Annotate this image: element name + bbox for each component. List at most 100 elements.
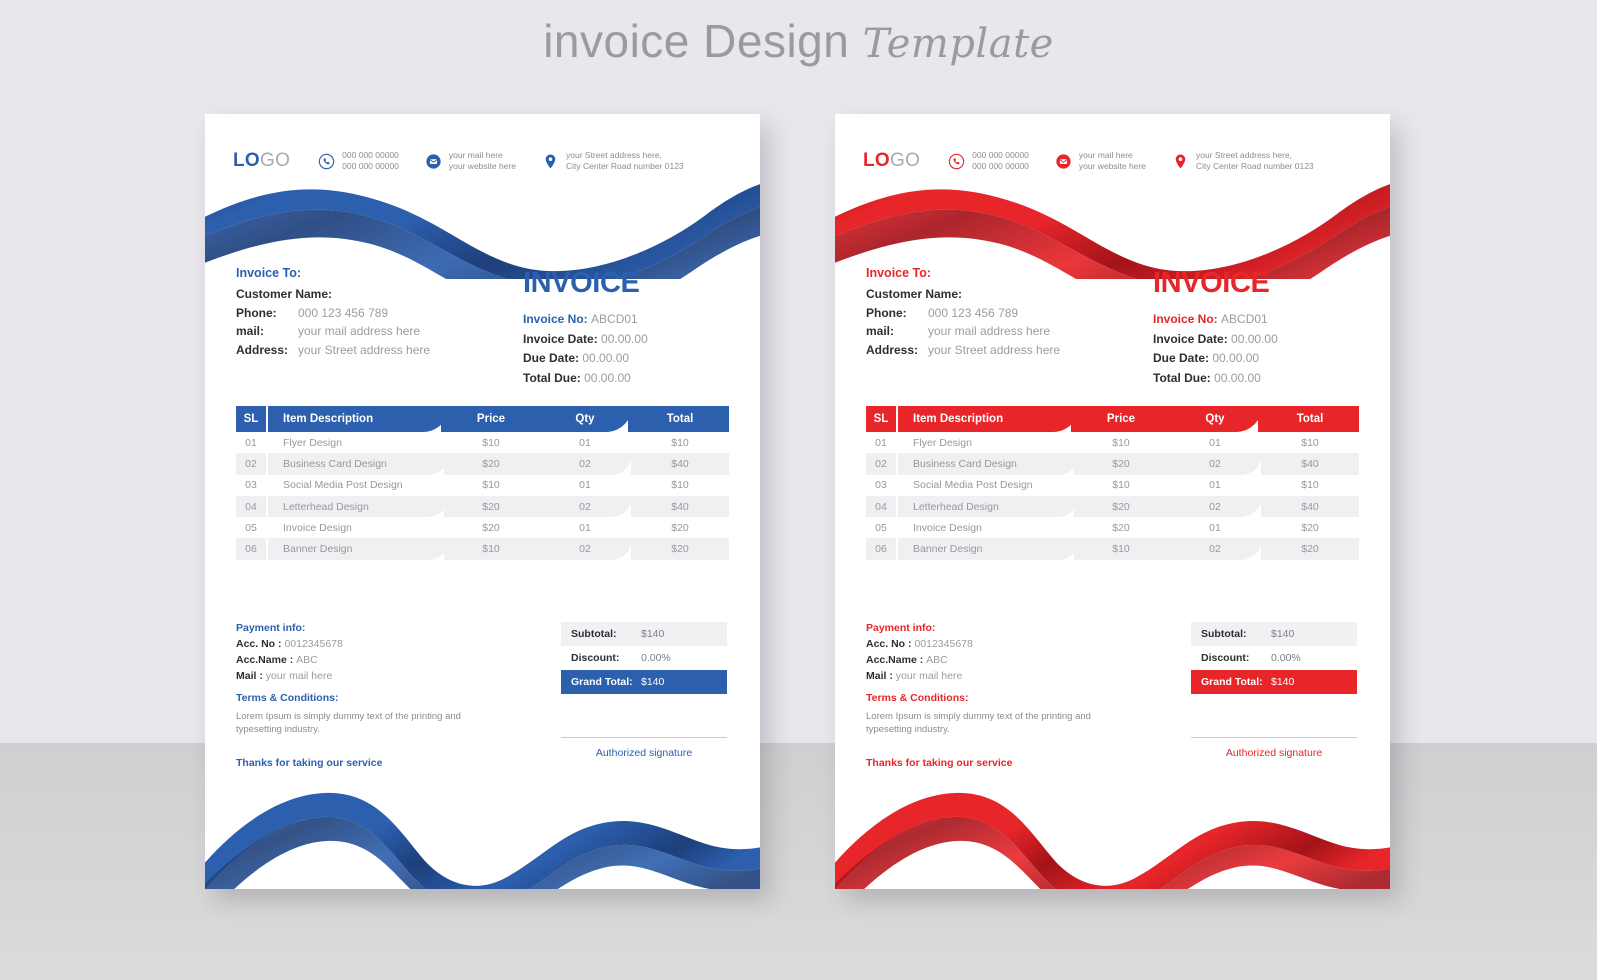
cell-total: $20 [671,543,689,556]
payment-value-2: your mail here [265,670,333,682]
meta-label-0: Invoice No: [523,312,592,326]
logo-bold: LO [863,150,890,171]
cell-description: Flyer Design [913,436,972,449]
thanks-message: Thanks for taking our service [866,757,1013,769]
ribbon-top-decoration [205,174,760,319]
invoice-sheet-blue: LOGO 000 000 00000 000 000 00000 your mail … [205,114,760,889]
table-row: 06 Banner Design $10 02 $20 [866,538,1359,560]
cell-price: $20 [482,457,500,470]
logo-light: GO [260,150,291,171]
table-row: 04 Letterhead Design $20 02 $40 [866,495,1359,518]
bill-to-value-2: your mail address here [298,324,421,338]
payment-value-0: 0012345678 [914,638,973,650]
bill-to-row-2: mail: your mail address here [236,322,486,341]
location-icon [1172,153,1189,170]
bill-to-row-0: Customer Name: [236,285,486,304]
page-title: invoice Design Template [0,14,1597,68]
page-title-script: Template [862,21,1054,67]
meta-label-2: Due Date: [1153,351,1213,365]
cell-qty: 01 [1209,479,1221,492]
phone-icon [948,153,965,170]
cell-qty: 02 [1209,500,1221,513]
invoice-to-heading: Invoice To: [866,266,932,280]
cell-sl: 06 [245,543,257,556]
column-header-sl: SL [866,406,896,432]
cell-price: $20 [482,500,500,513]
bill-to-label-0: Customer Name: [866,287,963,301]
meta-label-1: Invoice Date: [523,331,602,346]
ribbon-top-decoration [835,174,1390,319]
cell-description: Social Media Post Design [913,479,1033,492]
totals-value-1: 0.00% [1271,652,1301,664]
totals-label-1: Discount: [571,652,620,664]
terms-body: Lorem Ipsum is simply dummy text of the … [866,711,1091,735]
cell-sl: 01 [875,436,887,449]
payment-row-2: Mail : your mail here [236,668,476,684]
logo-bold: LO [233,150,260,171]
invoice-to-block: Invoice To: Customer Name: Phone: 000 123 4… [236,266,486,359]
bill-to-row-2: mail: your mail address here [866,322,1116,341]
thanks-message: Thanks for taking our service [236,757,383,769]
meta-row-3: Total Due: 00.00.00 [523,369,738,389]
contact-item-2: your Street address here, City Center Roa… [542,150,684,172]
payment-label-2: Mail : [236,670,266,682]
meta-row-0: Invoice No: ABCD01 [1153,310,1368,330]
invoice-title: INVOICE [1153,267,1270,299]
meta-row-3: Total Due: 00.00.00 [1153,369,1368,389]
bill-to-value-3: your Street address here [298,342,431,357]
signature-label: Authorized signature [1225,747,1323,759]
payment-row-0: Acc. No : 0012345678 [866,636,1106,652]
table-row: 01 Flyer Design $10 01 $10 [236,432,729,453]
cell-total: $10 [671,436,689,449]
cell-sl: 04 [245,500,257,513]
contact-list: 000 000 00000 000 000 00000 your mail here… [948,150,1314,172]
cell-sl: 04 [875,500,887,513]
invoice-title: INVOICE [523,267,640,299]
header-curve-1 [1165,406,1191,432]
contact-text-2: your Street address here, City Center Roa… [1196,150,1314,172]
cell-price: $10 [1112,436,1130,449]
contact-line1-1: your mail here [1078,150,1133,160]
cell-price: $10 [482,543,500,556]
bill-to-value-3: your Street address here [928,342,1061,357]
totals-row-dis: Discount: 0.00% [561,646,727,670]
cell-description: Letterhead Design [913,500,999,513]
cell-description: Flyer Design [283,436,342,449]
totals-value-0: $140 [641,628,665,640]
phone-icon [318,153,335,170]
meta-row-2: Due Date: 00.00.00 [1153,349,1368,369]
payment-row-2: Mail : your mail here [866,668,1106,684]
bill-to-row-1: Phone: 000 123 456 789 [236,304,486,323]
cell-total: $40 [671,457,689,470]
cell-description: Social Media Post Design [283,479,403,492]
contact-list: 000 000 00000 000 000 00000 your mail here… [318,150,684,172]
cell-qty: 01 [579,521,591,534]
table-row: 03 Social Media Post Design $10 01 $10 [236,475,729,496]
bill-to-row-3: Address: your Street address here [866,341,1116,360]
meta-label-3: Total Due: [1153,370,1215,385]
payment-row-0: Acc. No : 0012345678 [236,636,476,652]
cell-price: $20 [1112,521,1130,534]
cell-qty: 02 [579,457,591,470]
cell-total: $40 [1301,500,1319,513]
bill-to-label-0: Customer Name: [236,287,333,301]
totals-label-1: Discount: [1201,652,1250,664]
terms-block: Terms & Conditions: Lorem Ipsum is simply… [236,692,486,736]
cell-sl: 02 [875,457,887,470]
cell-total: $20 [671,521,689,534]
contact-line1-0: 000 000 00000 [972,150,1029,160]
header-curve-2 [628,406,654,432]
bill-to-row-0: Customer Name: [866,285,1116,304]
bill-to-label-2: mail: [866,324,895,338]
invoice-header: LOGO 000 000 00000 000 000 00000 your mail … [205,138,760,184]
contact-text-1: your mail here your website here [1079,150,1146,172]
meta-row-0: Invoice No: ABCD01 [523,310,738,330]
contact-line2-0: 000 000 00000 [342,161,399,171]
meta-label-2: Due Date: [523,351,583,365]
meta-value-0: ABCD01 [591,312,638,326]
contact-line2-0: 000 000 00000 [972,161,1029,171]
cell-price: $10 [1112,543,1130,556]
header-curve-0 [441,406,467,432]
bill-to-value-1: 000 123 456 789 [928,305,1019,320]
payment-value-1: ABC [926,654,948,666]
